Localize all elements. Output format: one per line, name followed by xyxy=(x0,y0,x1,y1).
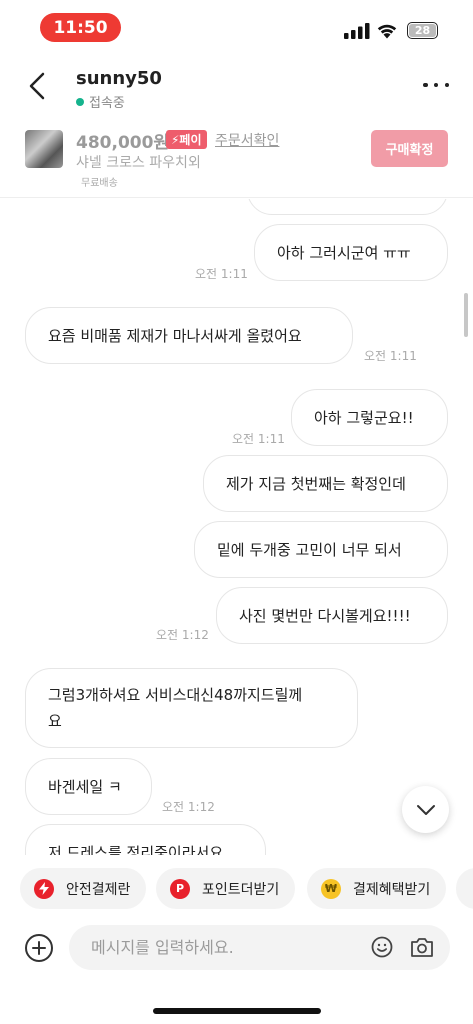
lightning-icon xyxy=(34,878,54,899)
shipping-label: 무료배송 xyxy=(81,178,118,189)
won-coin-icon: ₩ xyxy=(321,878,341,899)
status-time: 11:50 xyxy=(40,13,121,42)
chat-header: sunny50 접속중 xyxy=(0,56,473,122)
username[interactable]: sunny50 xyxy=(76,68,162,89)
online-status-label: 접속중 xyxy=(89,96,125,111)
chat-scrollbar[interactable] xyxy=(464,293,468,337)
wifi-icon xyxy=(377,24,397,39)
chevron-down-icon xyxy=(416,804,435,815)
message-input-container xyxy=(69,925,450,970)
message-composer xyxy=(0,925,473,985)
message-bubble-outgoing xyxy=(247,199,448,215)
scroll-to-bottom-button[interactable] xyxy=(402,786,449,833)
order-check-link[interactable]: 주문서확인 xyxy=(215,130,279,150)
emoji-icon[interactable] xyxy=(371,936,393,958)
camera-icon[interactable] xyxy=(410,936,434,958)
point-p-icon: P xyxy=(170,878,190,899)
pay-badge: ⚡페이 xyxy=(166,130,207,149)
message-input[interactable] xyxy=(91,925,361,970)
message-bubble-outgoing: 아하 그렇군요!! xyxy=(291,389,448,446)
next-chip[interactable] xyxy=(456,868,473,909)
message-bubble-outgoing: 제가 지금 첫번째는 확정인데 xyxy=(203,455,448,512)
back-arrow-icon[interactable] xyxy=(22,68,52,104)
payment-benefit-chip[interactable]: ₩ 결제혜택받기 xyxy=(307,868,447,909)
online-dot-icon xyxy=(76,97,84,106)
message-bubble-incoming: 바겐세일 ㅋ xyxy=(25,758,152,815)
product-title: 샤넬 크로스 파우치외 xyxy=(76,155,201,171)
product-thumbnail[interactable] xyxy=(25,130,63,168)
status-bar: 11:50 28 xyxy=(0,0,473,56)
message-timestamp: 오전 1:11 xyxy=(232,432,285,446)
message-bubble-incoming: 저 드레스를 정리중이라서요 xyxy=(25,824,266,855)
more-points-chip[interactable]: P 포인트더받기 xyxy=(156,868,296,909)
message-bubble-incoming: 그럼3개하셔요 서비스대신48까지드릴께 요 xyxy=(25,668,358,748)
cellular-signal-icon xyxy=(344,23,370,39)
online-status: 접속중 xyxy=(76,92,125,111)
quick-action-bar: 안전결제란 P 포인트더받기 ₩ 결제혜택받기 xyxy=(0,855,473,925)
more-options-icon[interactable] xyxy=(423,80,449,90)
chip-label: 포인트더받기 xyxy=(202,881,280,898)
product-banner[interactable]: 480,000원 ⚡페이 주문서확인 샤넬 크로스 파우치외 무료배송 구매확정 xyxy=(0,122,473,198)
message-timestamp: 오전 1:12 xyxy=(156,628,209,642)
message-bubble-incoming: 요즘 비매품 제재가 마나서싸게 올렸어요 xyxy=(25,307,353,364)
message-timestamp: 오전 1:11 xyxy=(195,267,248,281)
home-indicator[interactable] xyxy=(153,1008,321,1014)
battery-icon: 28 xyxy=(407,22,438,39)
message-bubble-outgoing: 사진 몇번만 다시볼게요!!!! xyxy=(216,587,448,644)
product-price: 480,000원 xyxy=(76,133,170,153)
chip-label: 안전결제란 xyxy=(66,881,131,898)
safe-payment-chip[interactable]: 안전결제란 xyxy=(20,868,147,909)
battery-level: 28 xyxy=(414,24,431,37)
confirm-purchase-button[interactable]: 구매확정 xyxy=(371,130,448,167)
chip-label: 결제혜택받기 xyxy=(353,881,431,898)
message-bubble-outgoing: 아하 그러시군여 ㅠㅠ xyxy=(254,224,448,281)
message-timestamp: 오전 1:11 xyxy=(364,349,417,363)
message-bubble-outgoing: 밑에 두개중 고민이 너무 되서 xyxy=(194,521,448,578)
chat-messages[interactable]: 아하 그러시군여 ㅠㅠ 오전 1:11 요즘 비매품 제재가 마나서싸게 올렸어… xyxy=(0,199,473,855)
message-timestamp: 오전 1:12 xyxy=(162,800,215,814)
attach-plus-icon[interactable] xyxy=(25,934,53,962)
